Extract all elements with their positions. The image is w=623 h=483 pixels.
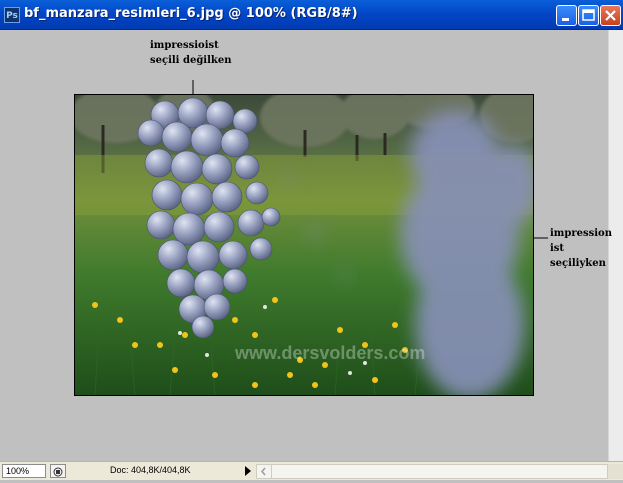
annotation-right-line3: seçiliyken [550, 258, 606, 269]
navigator-icon [53, 467, 63, 477]
document-canvas-image[interactable]: www.dersvolders.com [74, 94, 534, 396]
chevron-left-icon [261, 467, 266, 476]
horizontal-scrollbar[interactable] [256, 464, 608, 479]
status-menu-button[interactable] [242, 464, 254, 478]
annotation-right-line1: impression [550, 228, 613, 239]
zoom-level-field[interactable]: 100% [2, 464, 46, 478]
watermark-text: www.dersvolders.com [234, 343, 425, 363]
triangle-right-icon [245, 466, 251, 476]
document-size-info: Doc: 404,8K/404,8K [110, 465, 191, 475]
navigator-button[interactable] [50, 464, 66, 478]
landscape-image: www.dersvolders.com [75, 95, 533, 395]
scroll-left-button[interactable] [257, 465, 272, 478]
resize-corner[interactable] [608, 464, 623, 479]
annotation-right-line2: ist [550, 243, 565, 254]
annotation-right: impression ist seçiliyken [550, 226, 612, 271]
status-bar: 100% Doc: 404,8K/404,8K [0, 461, 623, 480]
